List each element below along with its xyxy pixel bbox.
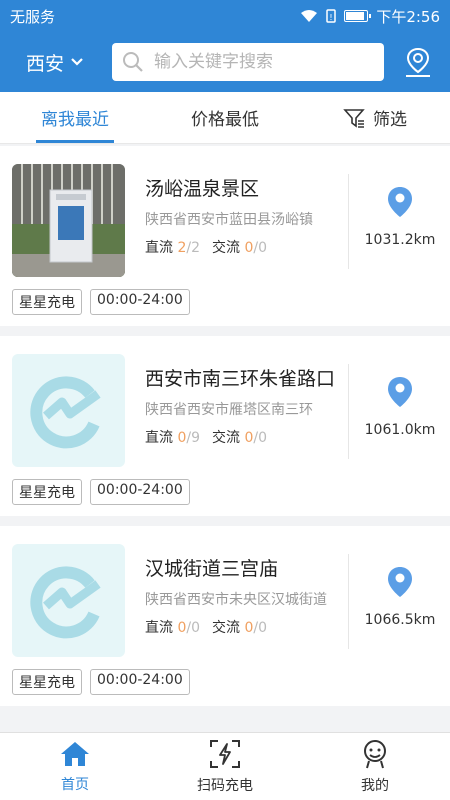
tab-label: 筛选	[373, 110, 407, 130]
map-pin-icon	[388, 377, 412, 407]
dc-count: 直流 0/0	[145, 617, 200, 637]
station-info: 汉城街道三宫庙 陕西省西安市未央区汉城街道 直流 0/0 交流 0/0	[145, 554, 340, 637]
bottom-nav: 首页 扫码充电 我的	[0, 732, 450, 800]
status-bar: 无服务 ! 下午2:56	[0, 0, 450, 32]
dc-count: 直流 0/9	[145, 427, 200, 447]
station-title: 西安市南三环朱雀路口	[145, 368, 336, 390]
station-tags: 星星充电 00:00-24:00	[12, 479, 190, 505]
svg-text:!: !	[330, 13, 333, 22]
station-list: 汤峪温泉景区 陕西省西安市蓝田县汤峪镇 直流 2/2 交流 0/0 1031.2…	[0, 146, 450, 716]
ac-label: 交流	[212, 240, 240, 256]
chevron-down-icon	[71, 58, 83, 66]
dc-total: /9	[186, 430, 200, 446]
ac-count: 交流 0/0	[212, 427, 267, 447]
dc-total: /0	[186, 620, 200, 636]
filter-icon	[343, 108, 365, 128]
ac-total: /0	[253, 240, 267, 256]
nav-label: 首页	[61, 776, 89, 793]
station-address: 陕西省西安市未央区汉城街道	[145, 592, 327, 608]
location-pin-icon	[406, 47, 430, 77]
station-address: 陕西省西安市蓝田县汤峪镇	[145, 212, 313, 228]
station-title: 汤峪温泉景区	[145, 178, 260, 200]
tab-nearest[interactable]: 离我最近	[0, 92, 150, 143]
operator-tag: 星星充电	[12, 669, 82, 695]
hours-tag: 00:00-24:00	[90, 479, 190, 505]
search-icon	[123, 52, 143, 72]
wifi-icon	[301, 10, 318, 22]
ac-label: 交流	[212, 620, 240, 636]
tab-label: 价格最低	[191, 110, 259, 130]
station-title: 汉城街道三宫庙	[145, 558, 279, 580]
tab-filter[interactable]: 筛选	[300, 92, 450, 143]
divider	[348, 174, 349, 269]
sort-tabs: 离我最近 价格最低 筛选	[0, 92, 450, 144]
operator-tag: 星星充电	[12, 289, 82, 315]
city-selector[interactable]: 西安	[12, 49, 112, 76]
dc-total: /2	[186, 240, 200, 256]
nav-label: 我的	[361, 777, 389, 794]
station-info: 汤峪温泉景区 陕西省西安市蓝田县汤峪镇 直流 2/2 交流 0/0	[145, 174, 340, 257]
station-card[interactable]: 汤峪温泉景区 陕西省西安市蓝田县汤峪镇 直流 2/2 交流 0/0 1031.2…	[0, 146, 450, 326]
ac-label: 交流	[212, 430, 240, 446]
nav-home[interactable]: 首页	[0, 733, 150, 800]
map-pin-icon	[388, 187, 412, 217]
top-header: 西安	[0, 32, 450, 92]
charger-counts: 直流 0/0 交流 0/0	[145, 617, 340, 637]
charger-counts: 直流 0/9 交流 0/0	[145, 427, 340, 447]
profile-icon	[364, 739, 386, 768]
dc-label: 直流	[145, 430, 173, 446]
scan-charge-icon	[210, 739, 240, 768]
clock-text: 下午2:56	[376, 7, 440, 26]
dc-label: 直流	[145, 620, 173, 636]
station-tags: 星星充电 00:00-24:00	[12, 669, 190, 695]
dc-count: 直流 2/2	[145, 237, 200, 257]
ac-count: 交流 0/0	[212, 617, 267, 637]
nav-scan-charge[interactable]: 扫码充电	[150, 733, 300, 800]
distance-text: 1061.0km	[364, 422, 436, 438]
operator-tag: 星星充电	[12, 479, 82, 505]
home-icon	[61, 741, 89, 766]
station-address: 陕西省西安市雁塔区南三环	[145, 402, 313, 418]
tab-label: 离我最近	[41, 110, 109, 130]
navigate-button[interactable]: 1066.5km	[350, 566, 450, 628]
ac-total: /0	[253, 620, 267, 636]
hours-tag: 00:00-24:00	[90, 289, 190, 315]
divider	[348, 554, 349, 649]
hours-tag: 00:00-24:00	[90, 669, 190, 695]
carrier-text: 无服务	[10, 7, 56, 26]
sim-icon: !	[326, 9, 337, 23]
station-card[interactable]: 汉城街道三宫庙 陕西省西安市未央区汉城街道 直流 0/0 交流 0/0 1066…	[0, 526, 450, 706]
station-photo	[12, 164, 125, 277]
navigate-button[interactable]: 1031.2km	[350, 186, 450, 248]
station-info: 西安市南三环朱雀路口 陕西省西安市雁塔区南三环 直流 0/9 交流 0/0	[145, 364, 340, 447]
station-logo-placeholder	[12, 544, 125, 657]
map-location-button[interactable]	[398, 42, 438, 82]
city-label: 西安	[26, 52, 65, 75]
ac-total: /0	[253, 430, 267, 446]
map-pin-icon	[388, 567, 412, 597]
divider	[348, 364, 349, 459]
nav-profile[interactable]: 我的	[300, 733, 450, 800]
distance-text: 1031.2km	[364, 232, 436, 248]
search-box[interactable]	[112, 43, 384, 81]
tab-lowest-price[interactable]: 价格最低	[150, 92, 300, 143]
dc-label: 直流	[145, 240, 173, 256]
station-logo-placeholder	[12, 354, 125, 467]
battery-icon	[344, 10, 372, 22]
charger-counts: 直流 2/2 交流 0/0	[145, 237, 340, 257]
station-card[interactable]: 西安市南三环朱雀路口 陕西省西安市雁塔区南三环 直流 0/9 交流 0/0 10…	[0, 336, 450, 516]
ac-count: 交流 0/0	[212, 237, 267, 257]
nav-label: 扫码充电	[197, 777, 253, 794]
distance-text: 1066.5km	[364, 612, 436, 628]
search-input[interactable]	[154, 52, 374, 72]
station-tags: 星星充电 00:00-24:00	[12, 289, 190, 315]
navigate-button[interactable]: 1061.0km	[350, 376, 450, 438]
